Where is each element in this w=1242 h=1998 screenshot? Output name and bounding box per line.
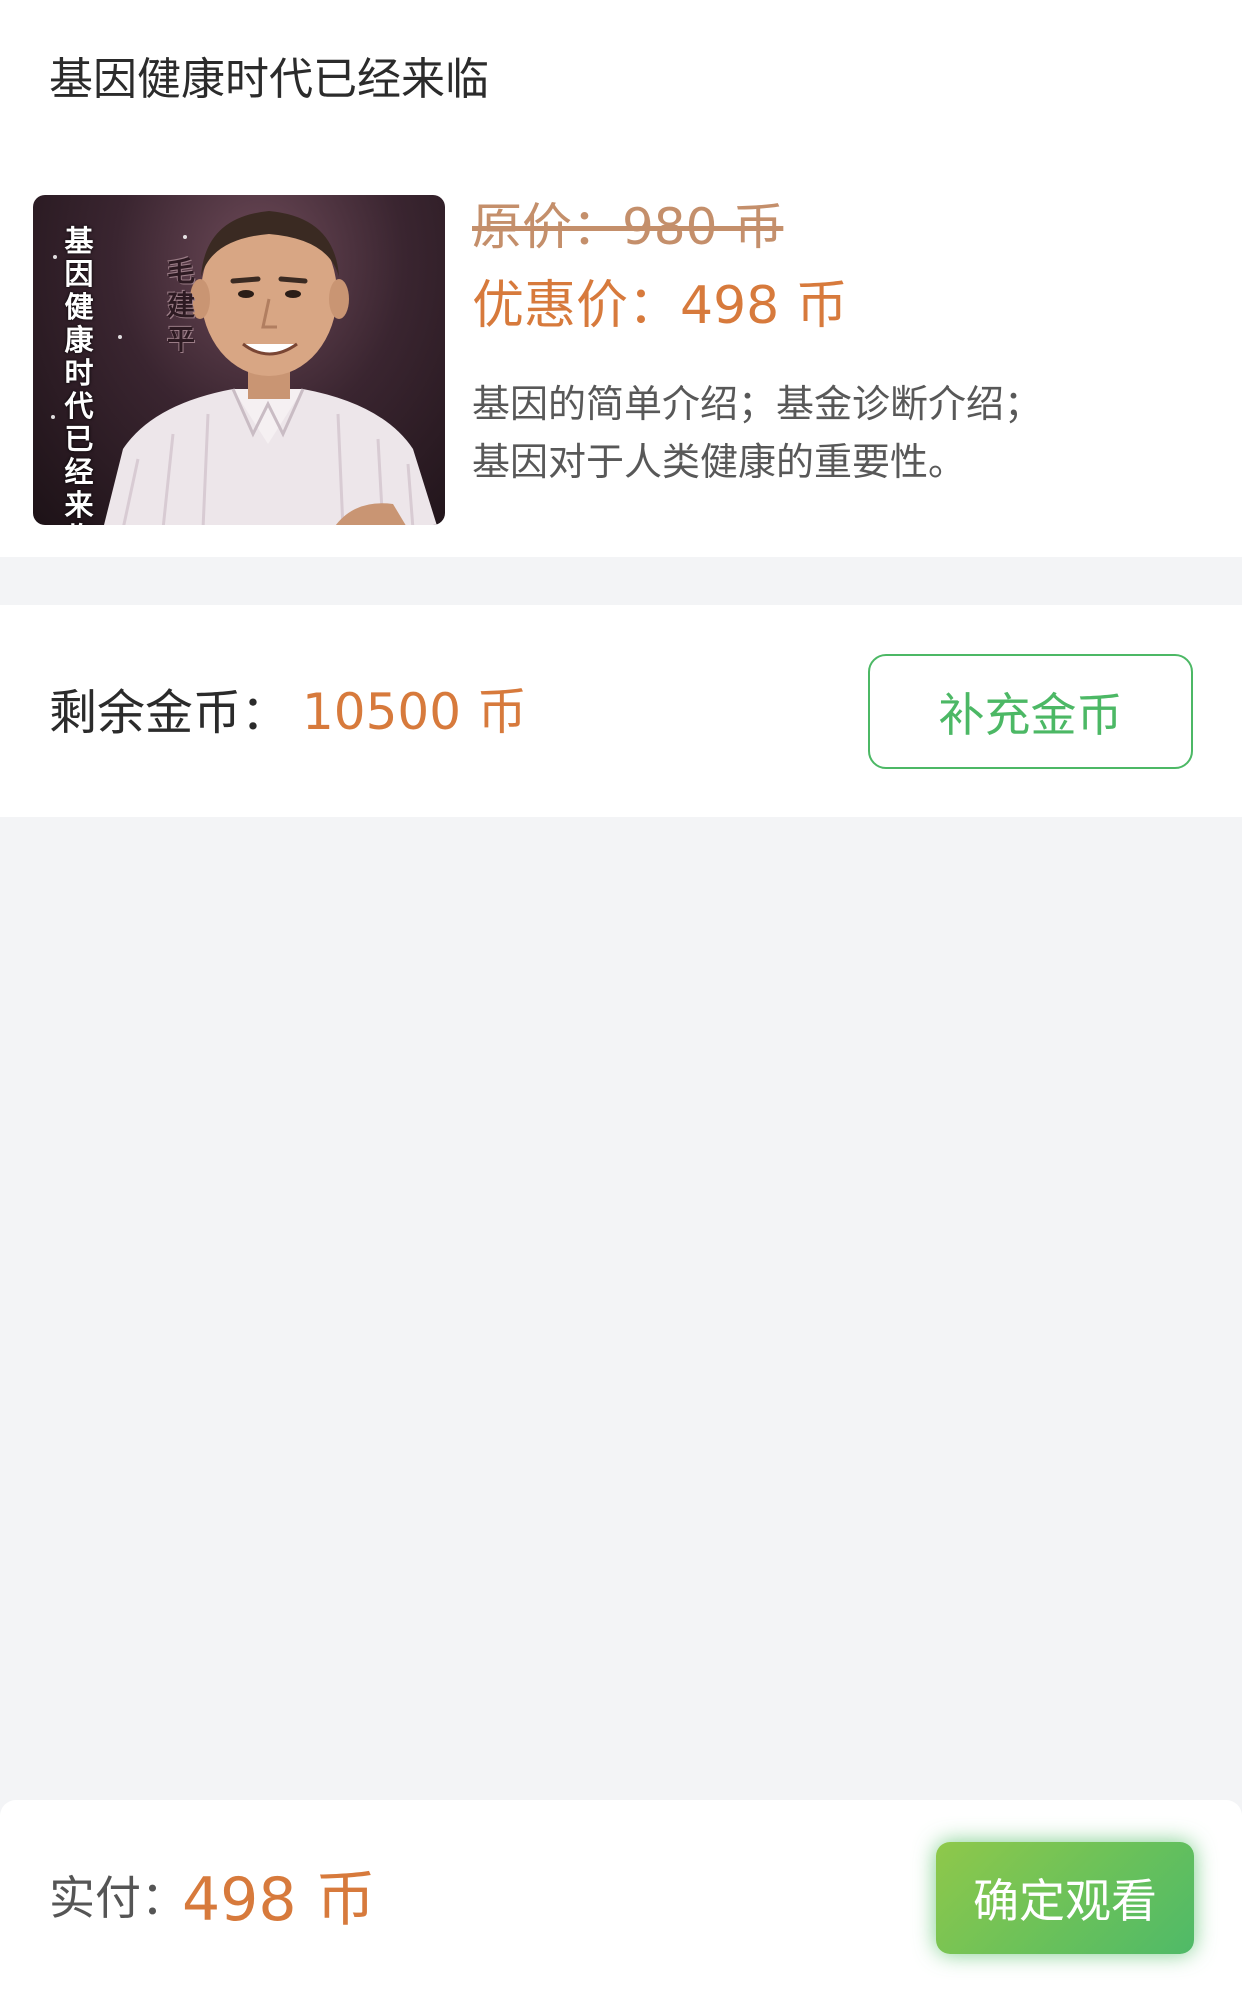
payment-label: 实付： [49, 1871, 187, 1925]
course-card: 基因健康时代已经来临 基因健康时代已经来 毛建平 原价：980 币 优惠价：49… [0, 0, 1242, 557]
recharge-coins-button[interactable]: 补充金币 [868, 654, 1193, 769]
course-title: 基因健康时代已经来临 [49, 54, 489, 105]
course-description: 基因的简单介绍；基金诊断介绍； 基因对于人类健康的重要性。 [472, 375, 1112, 491]
sparkle-decoration [51, 415, 55, 419]
payment-amount: 498 币 [182, 1865, 376, 1935]
sparkle-decoration [53, 255, 57, 259]
cover-speaker-name: 毛建平 [166, 255, 195, 356]
balance-label: 剩余金币： [49, 685, 290, 741]
purchase-page: 基因健康时代已经来临 基因健康时代已经来 毛建平 原价：980 币 优惠价：49… [0, 0, 1242, 1998]
description-line: 基因对于人类健康的重要性。 [472, 440, 967, 484]
discount-price: 优惠价：498 币 [472, 276, 848, 336]
original-price: 原价：980 币 [472, 198, 784, 256]
balance-value: 10500 币 [302, 683, 527, 741]
course-cover-image: 基因健康时代已经来临 毛建平 [33, 195, 445, 525]
confirm-watch-button[interactable]: 确定观看 [936, 1842, 1194, 1954]
description-line: 基因的简单介绍；基金诊断介绍； [472, 382, 1043, 426]
cover-title-text: 基因健康时代已经来临 [64, 224, 94, 526]
speaker-portrait [104, 211, 437, 525]
